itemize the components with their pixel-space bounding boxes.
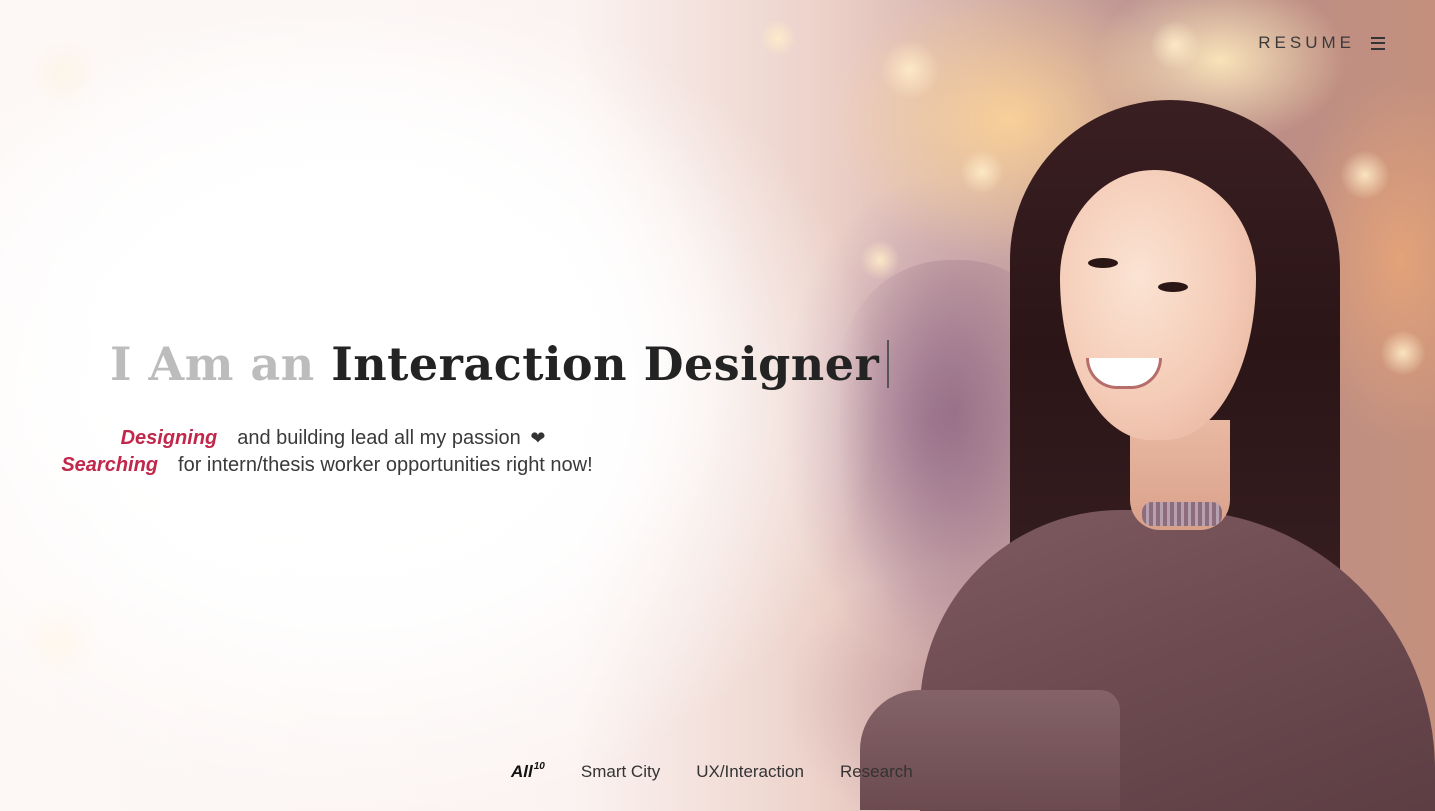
portrait-choker (1142, 502, 1222, 526)
bokeh-light (1150, 20, 1200, 70)
heart-icon: ❤ (530, 428, 546, 448)
filter-ux-interaction[interactable]: UX/Interaction (696, 762, 804, 782)
tagline-text: for intern/thesis worker opportunities r… (178, 454, 593, 476)
filter-smart-city[interactable]: Smart City (581, 762, 660, 782)
filter-count: 10 (533, 761, 545, 772)
tagline-accent: Searching (61, 454, 159, 476)
page-title: I Am an Interaction Designer (110, 336, 890, 391)
top-nav: RESUME (1258, 33, 1385, 53)
tagline-accent: Designing (120, 427, 218, 449)
headline-role: Interaction Designer (331, 336, 880, 391)
project-filter-bar: All10 Smart City UX/Interaction Research (511, 761, 913, 782)
hamburger-menu-icon[interactable] (1371, 36, 1385, 50)
typing-caret (887, 339, 890, 388)
portrait-eye (1088, 258, 1118, 268)
filter-all[interactable]: All10 (511, 761, 545, 782)
hero-portrait (860, 90, 1435, 811)
filter-research[interactable]: Research (840, 762, 913, 782)
tagline-designing: Designing and building lead all my passio… (0, 427, 778, 450)
hero-background (0, 0, 1435, 811)
headline-prefix: I Am an (110, 336, 315, 391)
text-backdrop-fade (0, 0, 900, 811)
tagline-text: and building lead all my passion (237, 427, 521, 449)
tagline-searching: Searching for intern/thesis worker opport… (0, 454, 772, 477)
filter-label: All (511, 762, 533, 781)
resume-link[interactable]: RESUME (1258, 33, 1355, 53)
portrait-eye (1158, 282, 1188, 292)
